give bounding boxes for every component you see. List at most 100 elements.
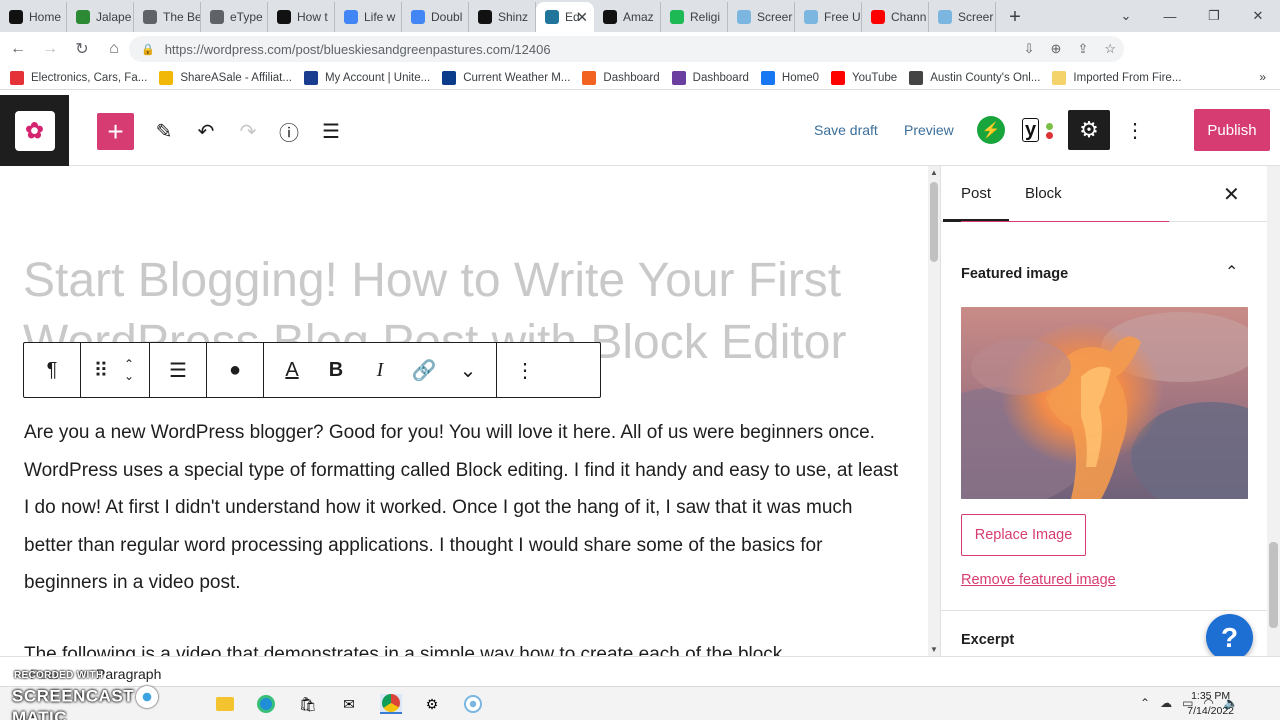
tools-pencil-icon[interactable]: ✎: [150, 117, 178, 145]
help-question-button[interactable]: ?: [1206, 614, 1253, 661]
paragraph-block-2[interactable]: The following is a video that demonstrat…: [24, 636, 904, 656]
store-icon[interactable]: 🛍: [297, 694, 319, 714]
undo-icon[interactable]: ↶: [192, 117, 220, 145]
more-rich-text-chevron-icon[interactable]: ⌄: [446, 348, 490, 392]
align-text-icon[interactable]: ☰: [156, 348, 200, 392]
bookmarks-bar: Electronics, Cars, Fa... ShareASale - Aff…: [0, 66, 1280, 90]
maximize-button[interactable]: ❐: [1192, 0, 1236, 32]
remove-featured-image-link[interactable]: Remove featured image: [961, 572, 1116, 588]
editor-scrollbar[interactable]: ▲ ▼: [928, 166, 940, 656]
block-options-icon[interactable]: ⋮: [503, 348, 547, 392]
onedrive-icon[interactable]: ☁: [1160, 696, 1172, 710]
minimize-button[interactable]: —: [1148, 0, 1192, 32]
more-bookmarks-icon[interactable]: »: [1259, 70, 1266, 84]
file-explorer-icon[interactable]: [214, 694, 236, 714]
featured-image-preview[interactable]: [961, 307, 1248, 499]
browser-tab-label: Free U: [824, 10, 861, 24]
paragraph-block-icon[interactable]: ¶: [30, 348, 74, 392]
text-color-icon[interactable]: A: [270, 348, 314, 392]
settings-app-icon[interactable]: ⚙: [421, 694, 443, 714]
youtube-icon: [871, 10, 885, 24]
browser-tab[interactable]: Screer: [929, 2, 996, 32]
highlight-toggle-icon[interactable]: ●: [213, 348, 257, 392]
chevron-up-icon[interactable]: ⌃: [1225, 262, 1238, 282]
bookmark-item[interactable]: Current Weather M...: [442, 70, 570, 85]
block-inserter-button[interactable]: +: [97, 113, 134, 150]
site-icon-button[interactable]: ✿: [0, 95, 69, 166]
list-view-icon[interactable]: ☰: [317, 117, 345, 145]
reload-button[interactable]: ↻: [68, 35, 96, 63]
bookmark-item[interactable]: Home0: [760, 70, 819, 85]
back-button[interactable]: ←: [4, 35, 32, 63]
bookmark-item[interactable]: Dashboard: [671, 70, 749, 85]
tab-block[interactable]: Block: [1025, 185, 1062, 202]
drag-handle-icon[interactable]: ⠿: [87, 348, 115, 392]
youtube-icon: [831, 70, 845, 85]
close-window-button[interactable]: ✕: [1236, 0, 1280, 32]
browser-tab[interactable]: Screer: [728, 2, 795, 32]
tab-post[interactable]: Post: [942, 185, 1010, 222]
bookmark-item[interactable]: Austin County's Onl...: [909, 70, 1040, 85]
browser-tab[interactable]: The Be: [134, 2, 201, 32]
browser-tab[interactable]: Religi: [661, 2, 728, 32]
browser-tab[interactable]: eType: [201, 2, 268, 32]
yoast-seo-icon[interactable]: y: [1022, 116, 1058, 144]
paragraph-block[interactable]: Are you a new WordPress blogger? Good fo…: [24, 414, 904, 602]
move-up-down-icon[interactable]: ⌃ ⌄: [115, 348, 143, 392]
sidebar-scrollbar[interactable]: [1267, 166, 1280, 656]
browser-tab[interactable]: Doubl: [402, 2, 469, 32]
url-input[interactable]: 🔒 https://wordpress.com/post/blueskiesan…: [129, 36, 1124, 62]
bookmark-item[interactable]: My Account | Unite...: [303, 70, 430, 85]
browser-tab[interactable]: Jalape: [67, 2, 134, 32]
link-icon[interactable]: 🔗: [402, 348, 446, 392]
browser-tab-label: Chann: [891, 10, 927, 24]
install-icon[interactable]: ⇩: [1024, 41, 1035, 57]
chrome-icon[interactable]: [380, 694, 402, 714]
clock[interactable]: 1:35 PM 7/14/2022: [1187, 689, 1234, 719]
browser-tab[interactable]: Free U: [795, 2, 862, 32]
replace-image-button[interactable]: Replace Image: [961, 514, 1086, 556]
bookmark-item[interactable]: Electronics, Cars, Fa...: [10, 70, 147, 85]
excerpt-heading[interactable]: Excerpt: [961, 632, 1014, 648]
jetpack-icon[interactable]: ⚡: [977, 116, 1005, 144]
browser-tab[interactable]: Chann: [862, 2, 929, 32]
tab-search-icon[interactable]: ⌄: [1104, 0, 1148, 32]
bookmark-item[interactable]: Imported From Fire...: [1052, 70, 1181, 85]
browser-tab[interactable]: Life w: [335, 2, 402, 32]
url-text: https://wordpress.com/post/blueskiesandg…: [164, 41, 551, 57]
settings-gear-button[interactable]: ⚙: [1068, 110, 1110, 150]
new-tab-button[interactable]: +: [1000, 2, 1030, 32]
x-icon: [9, 10, 23, 24]
featured-image-heading[interactable]: Featured image: [961, 266, 1068, 282]
close-tab-icon[interactable]: ✕: [576, 9, 588, 26]
save-draft-button[interactable]: Save draft: [814, 122, 878, 138]
browser-tab[interactable]: Shinz: [469, 2, 536, 32]
bookmark-star-icon[interactable]: ☆: [1104, 41, 1116, 57]
browser-tab[interactable]: Home: [0, 2, 67, 32]
publish-button[interactable]: Publish: [1194, 109, 1270, 151]
browser-tab[interactable]: Ed ✕: [536, 2, 594, 32]
browser-tab[interactable]: Amaz: [594, 2, 661, 32]
share-icon[interactable]: ⇪: [1077, 41, 1088, 57]
home-button[interactable]: ⌂: [100, 35, 128, 63]
options-more-icon[interactable]: ⋮: [1124, 116, 1146, 144]
docs-icon: [344, 10, 358, 24]
close-sidebar-icon[interactable]: ✕: [1223, 182, 1240, 207]
dashboard-icon: [582, 70, 597, 85]
bookmark-item[interactable]: ShareASale - Affiliat...: [159, 70, 292, 85]
forward-button[interactable]: →: [36, 35, 64, 63]
block-toolbar: ¶ ⠿ ⌃ ⌄ ☰ ● A B I 🔗 ⌄ ⋮: [23, 342, 601, 398]
screencast-app-icon[interactable]: [462, 694, 484, 714]
bookmark-item[interactable]: Dashboard: [582, 70, 660, 85]
preview-button[interactable]: Preview: [904, 122, 954, 138]
bold-icon[interactable]: B: [314, 348, 358, 392]
details-info-icon[interactable]: ⓘ: [275, 117, 303, 145]
redo-icon[interactable]: ↷: [234, 117, 262, 145]
bookmark-item[interactable]: YouTube: [831, 70, 897, 85]
tray-chevron-icon[interactable]: ⌃: [1140, 696, 1150, 710]
edge-browser-icon[interactable]: [255, 694, 277, 714]
zoom-icon[interactable]: ⊕: [1051, 41, 1062, 57]
browser-tab[interactable]: How t: [268, 2, 335, 32]
mail-icon[interactable]: ✉: [338, 694, 360, 714]
italic-icon[interactable]: I: [358, 348, 402, 392]
